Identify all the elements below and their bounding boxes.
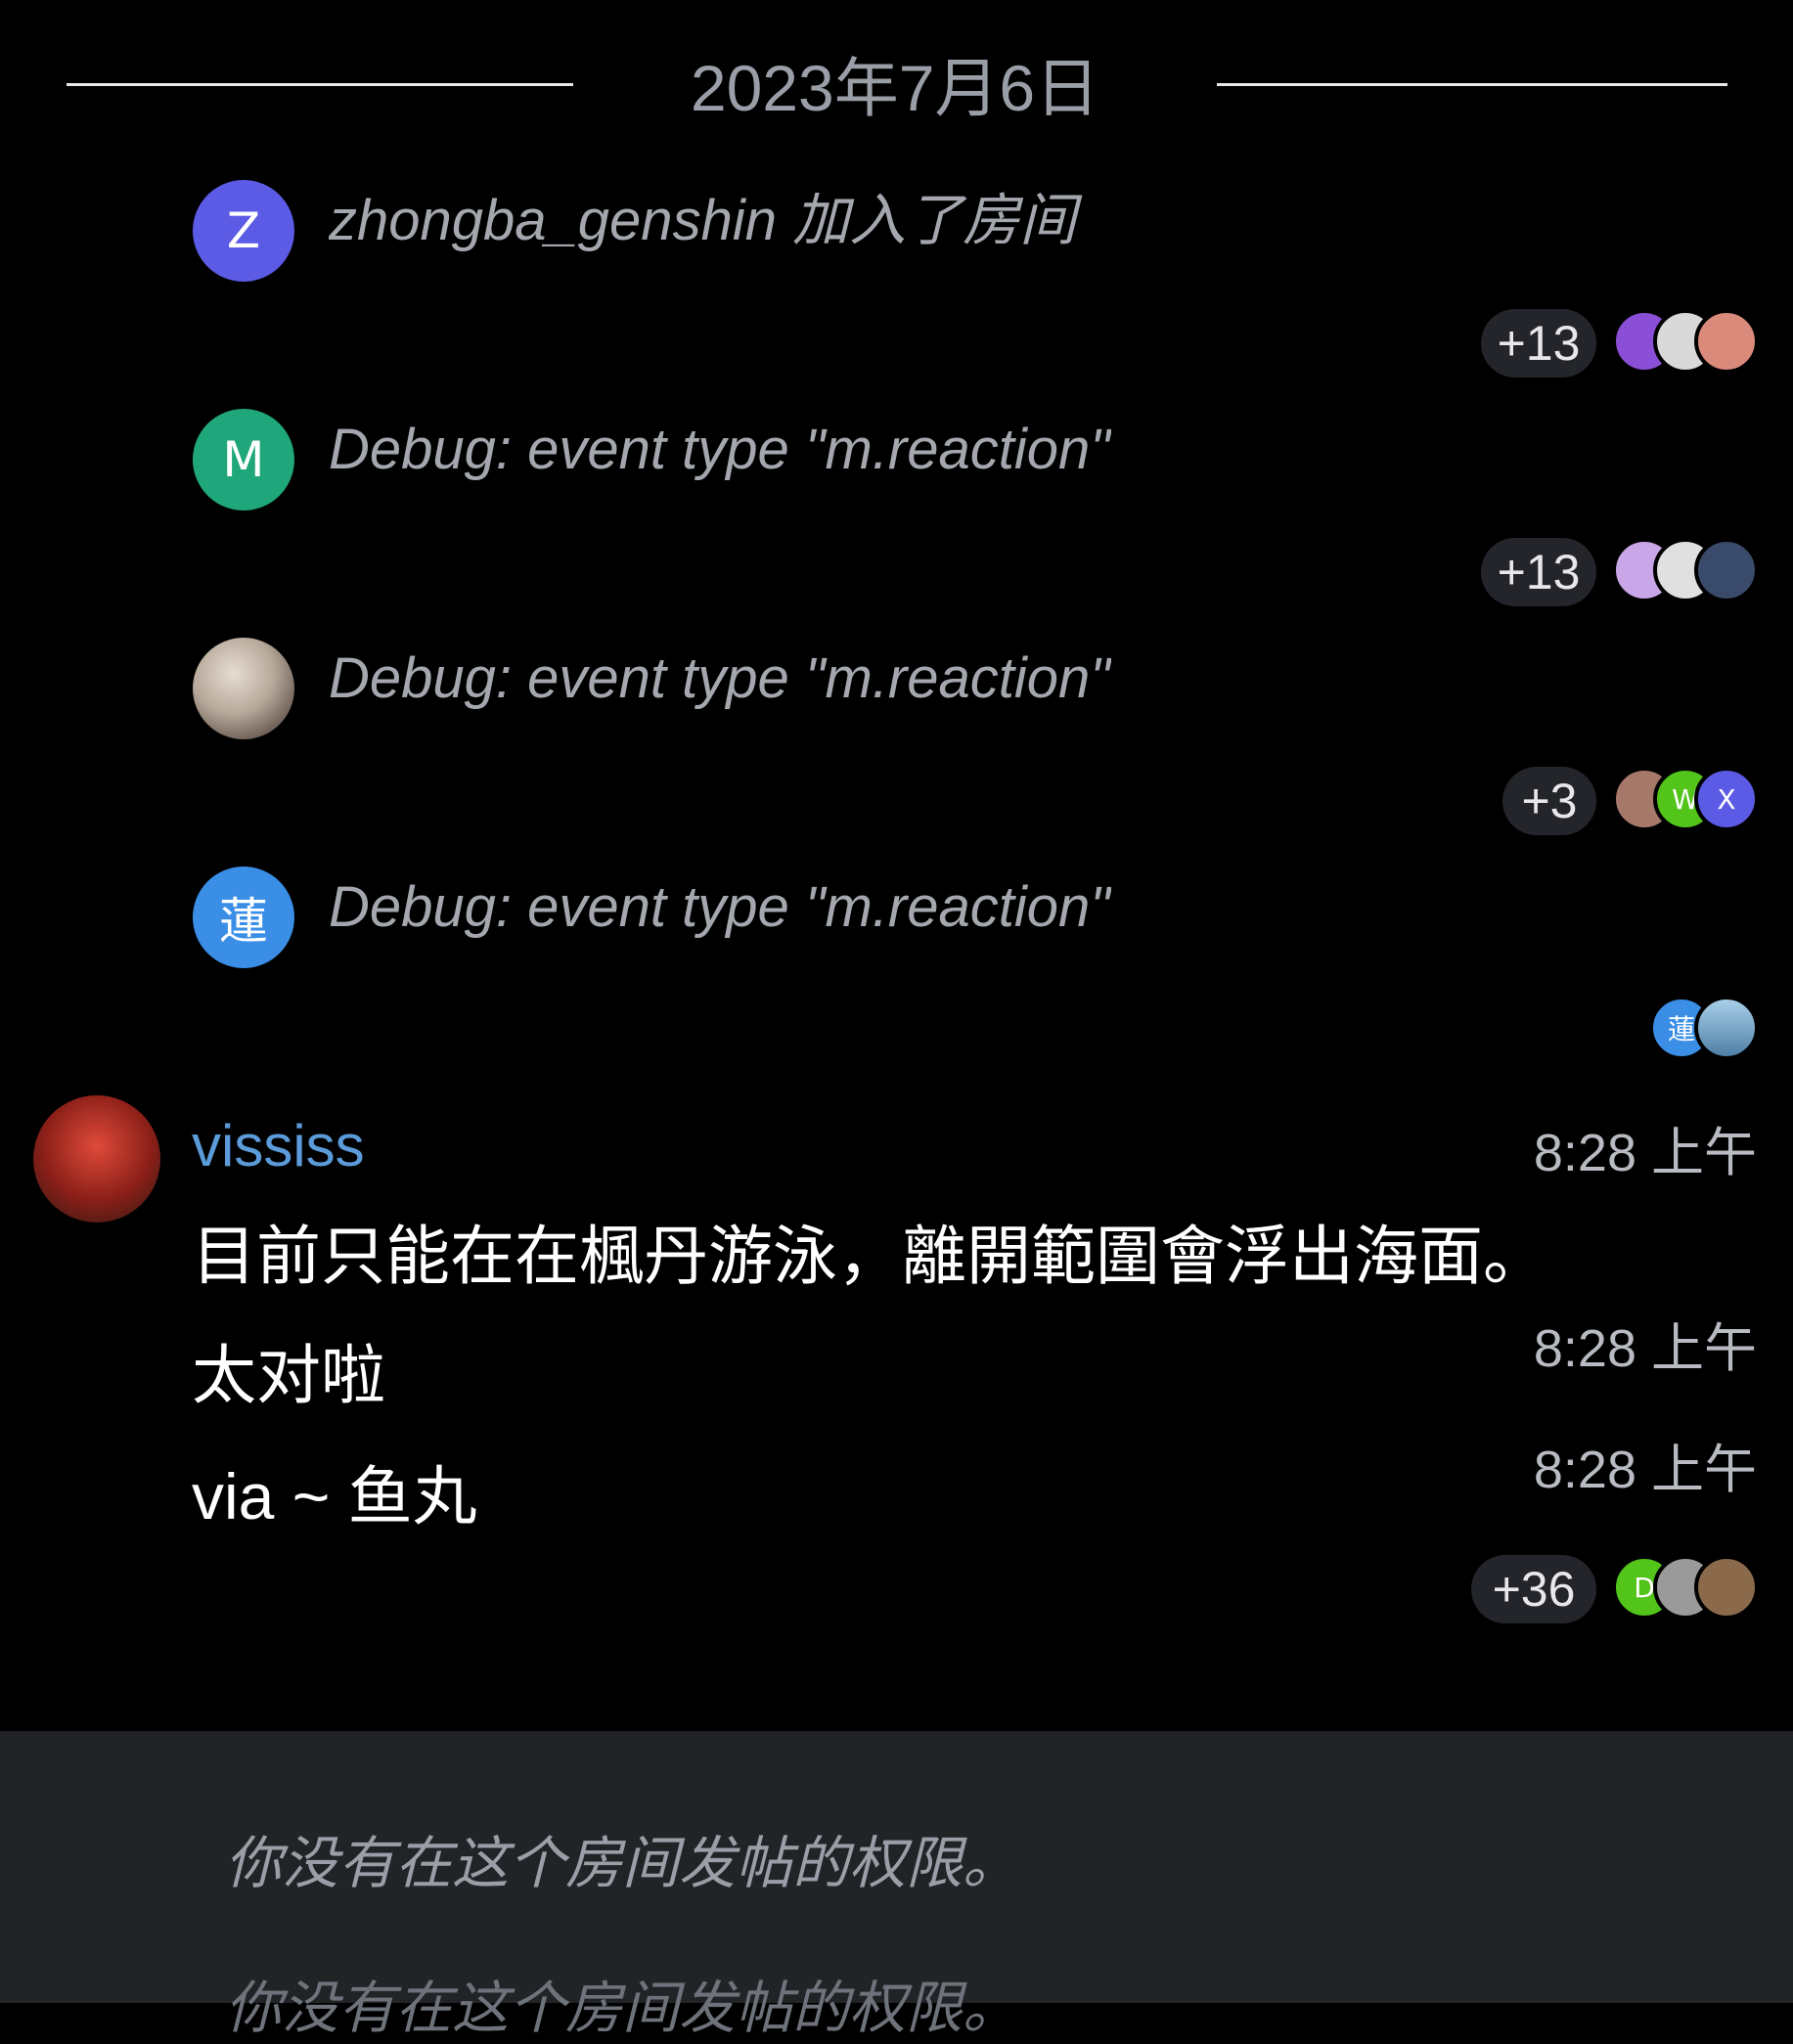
avatar-initial: Z	[226, 202, 261, 259]
avatar-initial: 蓮	[219, 893, 268, 950]
date-separator: 2023年7月6日	[0, 47, 1793, 135]
avatar[interactable]: Z	[193, 180, 294, 282]
reaction-count-badge[interactable]: +13	[1481, 309, 1596, 378]
message-text: 目前只能在在楓丹游泳，離開範圍會浮出海面。	[192, 1220, 1547, 1292]
user-avatar[interactable]	[33, 1095, 160, 1222]
date-divider-right	[1217, 83, 1727, 86]
reaction-avatar	[1694, 996, 1759, 1060]
reaction-avatar: X	[1694, 767, 1759, 831]
no-permission-notice: 你没有在这个房间发帖的权限。	[225, 1832, 1020, 1895]
reaction-count-badge[interactable]: +36	[1471, 1555, 1596, 1623]
sender-name[interactable]: vississ	[192, 1111, 365, 1181]
reaction-avatar	[1694, 538, 1759, 602]
no-permission-notice-secondary: 你没有在这个房间发帖的权限。	[225, 1977, 1020, 2040]
message-timestamp: 8:28 上午	[1533, 1441, 1757, 1499]
reaction-count-badge[interactable]: +3	[1502, 767, 1596, 835]
avatar-initial: 蓮	[1667, 1013, 1695, 1045]
event-text: Debug: event type "m.reaction"	[329, 418, 1110, 481]
avatar-initial: M	[222, 431, 265, 488]
avatar[interactable]	[193, 638, 294, 739]
avatar-initial: X	[1717, 782, 1736, 816]
avatar[interactable]: 蓮	[193, 866, 294, 968]
avatar[interactable]: M	[193, 409, 294, 511]
event-text: Debug: event type "m.reaction"	[329, 875, 1110, 939]
date-divider-left	[67, 83, 573, 86]
avatar-initial: D	[1634, 1571, 1655, 1604]
reaction-count-badge[interactable]: +13	[1481, 538, 1596, 606]
message-text: 太对啦	[192, 1339, 385, 1411]
date-label: 2023年7月6日	[690, 52, 1100, 124]
composer-area: 你没有在这个房间发帖的权限。 你没有在这个房间发帖的权限。	[0, 1731, 1793, 2040]
reaction-avatar	[1694, 1555, 1759, 1620]
reaction-avatar	[1694, 309, 1759, 374]
message-timestamp: 8:28 上午	[1533, 1124, 1757, 1182]
event-text: Debug: event type "m.reaction"	[329, 646, 1110, 710]
message-timestamp: 8:28 上午	[1533, 1319, 1757, 1378]
event-text: zhongba_genshin 加入了房间	[329, 189, 1077, 252]
message-text: via ~ 鱼丸	[192, 1460, 477, 1533]
